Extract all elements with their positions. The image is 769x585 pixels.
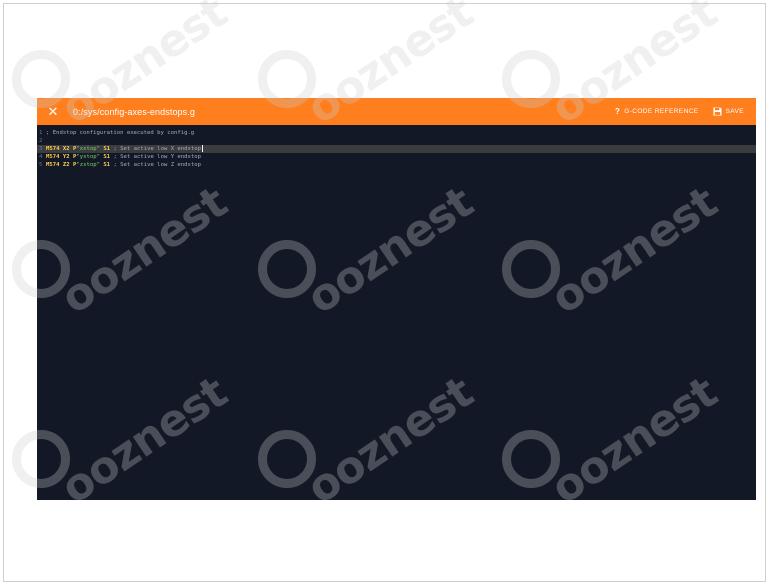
code-area[interactable]: 1 ; Endstop configuration executed by co… [37,129,756,169]
code-line[interactable]: 1 ; Endstop configuration executed by co… [37,129,756,137]
line-comment: ; Set active low Z endstop [113,162,201,168]
question-icon: ? [614,106,621,116]
gcode-string: "zstop" [76,162,100,168]
gcode-param-s: S1 [103,146,111,152]
toolbar-actions: ? G-CODE REFERENCE SAVE [615,98,756,125]
gcode-command: M574 [46,146,60,152]
code-line-active[interactable]: 3 M574 X2 P "xstop" S1 ; Set active low X… [37,145,756,153]
gcode-string: "ystop" [76,154,100,160]
gcode-command: M574 [46,154,60,160]
code-editor-dialog: ✕ 0:/sys/config-axes-endstops.g ? G-CODE… [37,98,756,500]
line-number: 3 [39,146,43,152]
gcode-reference-label: G-CODE REFERENCE [624,108,699,115]
line-number: 4 [39,154,43,160]
gcode-axis: Z2 [62,162,70,168]
line-number: 5 [39,162,43,168]
file-path-title: 0:/sys/config-axes-endstops.g [73,106,195,117]
gcode-param-s: S1 [103,154,111,160]
close-button[interactable]: ✕ [41,98,65,125]
line-comment: ; Endstop configuration executed by conf… [46,130,195,136]
code-line[interactable]: 5 M574 Z2 P "zstop" S1 ; Set active low Z… [37,161,756,169]
gcode-command: M574 [46,162,60,168]
save-button[interactable]: SAVE [712,107,744,116]
code-line[interactable]: 4 M574 Y2 P "ystop" S1 ; Set active low Y… [37,153,756,161]
editor-toolbar: ✕ 0:/sys/config-axes-endstops.g ? G-CODE… [37,98,756,125]
line-number: 2 [39,138,43,144]
close-icon: ✕ [47,103,59,119]
text-cursor [202,145,203,152]
save-label: SAVE [725,108,744,115]
line-comment: ; Set active low Y endstop [113,154,201,160]
gcode-reference-button[interactable]: ? G-CODE REFERENCE [614,106,699,116]
floppy-disk-icon [712,107,722,116]
line-comment: ; Set active low X endstop [113,146,201,152]
gcode-string: "xstop" [76,146,100,152]
gcode-axis: Y2 [62,154,70,160]
screenshot-frame: ✕ 0:/sys/config-axes-endstops.g ? G-CODE… [3,3,766,582]
code-line[interactable]: 2 [37,137,756,145]
gcode-axis: X2 [62,146,70,152]
gcode-param-s: S1 [103,162,111,168]
line-number: 1 [39,130,43,136]
